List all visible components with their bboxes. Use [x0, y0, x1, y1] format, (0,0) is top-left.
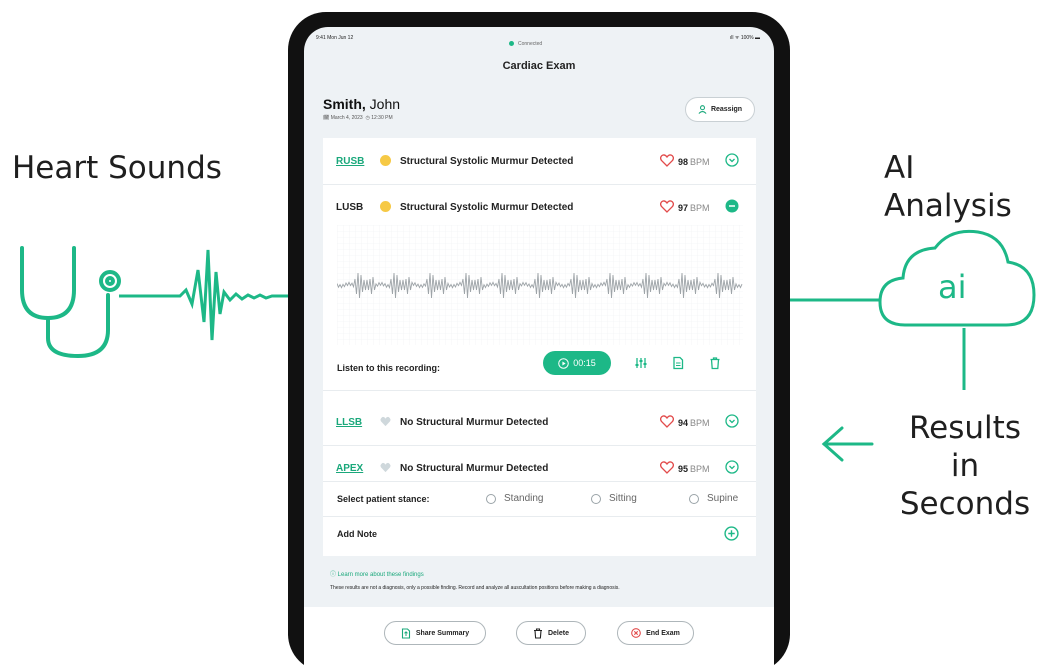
bpm-value: 98 BPM — [678, 157, 710, 167]
play-icon — [558, 357, 570, 369]
patient-last-name: Smith, — [323, 96, 366, 112]
user-icon — [698, 105, 707, 114]
phonocardiogram-waveform — [337, 225, 743, 345]
trash-icon — [533, 627, 542, 639]
add-note-label[interactable]: Add Note — [337, 529, 377, 539]
heart-signal-line — [119, 249, 288, 341]
connection-status: Connected — [509, 41, 542, 47]
status-dot-warning — [380, 201, 391, 212]
patient-name: Smith, John — [323, 96, 400, 112]
result-row-rusb[interactable]: RUSB Structural Systolic Murmur Detected… — [323, 138, 756, 184]
finding-text: Structural Systolic Murmur Detected — [400, 156, 574, 167]
play-recording-button[interactable]: 00:15 — [543, 351, 611, 375]
stance-radio-sitting[interactable]: Sitting — [591, 493, 637, 504]
row-divider — [323, 390, 756, 391]
finding-text: No Structural Murmur Detected — [400, 417, 549, 428]
no-murmur-heart-icon — [380, 462, 391, 473]
patient-first-name: John — [369, 96, 401, 112]
no-murmur-heart-icon — [380, 416, 391, 427]
bpm-value: 94 BPM — [678, 418, 710, 428]
status-dot-warning — [380, 155, 391, 166]
stethoscope-icon — [20, 246, 121, 359]
radio-circle[interactable] — [591, 493, 601, 504]
disclaimer-text: These results are not a diagnosis, only … — [330, 585, 620, 591]
close-circle-icon — [631, 628, 641, 638]
heart-sounds-label: Heart Sounds — [12, 150, 222, 186]
results-label: Results in Seconds — [895, 410, 1035, 523]
stance-label: Select patient stance: — [337, 494, 430, 504]
stance-radio-standing[interactable]: Standing — [486, 493, 543, 504]
share-summary-label: Share Summary — [415, 629, 470, 637]
share-document-icon — [401, 627, 410, 639]
trash-icon[interactable] — [708, 356, 722, 370]
learn-more-link[interactable]: ⓘ Learn more about these findings — [330, 569, 424, 578]
chevron-down-icon[interactable] — [725, 460, 739, 474]
app-screen: 9:41 Mon Jun 12 ıll ᯤ 100% ▬ Connected C… — [304, 27, 774, 670]
status-system-icons: ıll ᯤ 100% ▬ — [729, 35, 760, 41]
reassign-button[interactable]: Reassign — [685, 97, 755, 122]
radio-circle[interactable] — [486, 493, 496, 504]
location-apex[interactable]: APEX — [336, 463, 363, 474]
recording-duration: 00:15 — [573, 358, 596, 368]
stance-radio-supine[interactable]: Supine — [689, 493, 738, 504]
heart-icon — [660, 415, 674, 428]
delete-label: Delete — [547, 629, 569, 637]
row-divider — [323, 481, 756, 482]
arrow-left-icon — [821, 426, 874, 462]
ai-badge-label: ai — [938, 268, 967, 306]
result-row-lusb[interactable]: LUSB Structural Systolic Murmur Detected… — [323, 184, 756, 230]
heart-icon — [660, 461, 674, 474]
delete-button[interactable]: Delete — [516, 621, 586, 645]
patient-meta: 🗓 March 4, 2023 ◷ 12:30 PM — [323, 115, 393, 121]
share-summary-button[interactable]: Share Summary — [384, 621, 486, 645]
location-llsb[interactable]: LLSB — [336, 417, 362, 428]
connection-label: Connected — [518, 41, 543, 47]
listen-label: Listen to this recording: — [337, 363, 441, 373]
add-note-plus-icon[interactable] — [724, 526, 739, 541]
end-exam-button[interactable]: End Exam — [617, 621, 694, 645]
finding-text: Structural Systolic Murmur Detected — [400, 202, 574, 213]
heart-icon — [660, 154, 674, 167]
page-title: Cardiac Exam — [502, 60, 576, 72]
result-row-llsb[interactable]: LLSB No Structural Murmur Detected 94 BPM — [323, 399, 756, 445]
filter-icon[interactable] — [634, 356, 648, 370]
radio-circle[interactable] — [689, 493, 699, 504]
result-row-apex[interactable]: APEX No Structural Murmur Detected 95 BPM — [323, 445, 756, 491]
connected-dot-icon — [509, 41, 514, 47]
document-icon[interactable] — [671, 356, 685, 370]
location-rusb[interactable]: RUSB — [336, 156, 364, 167]
results-card: RUSB Structural Systolic Murmur Detected… — [323, 138, 756, 556]
end-exam-label: End Exam — [646, 629, 680, 637]
chevron-down-icon[interactable] — [725, 153, 739, 167]
exam-date: 🗓 March 4, 2023 — [323, 115, 363, 121]
row-divider — [323, 516, 756, 517]
results-label-line1: Results in — [909, 410, 1021, 484]
results-label-line2: Seconds — [899, 485, 1031, 522]
bpm-value: 97 BPM — [678, 203, 710, 213]
status-time: 9:41 Mon Jun 12 — [316, 35, 354, 41]
chevron-down-icon[interactable] — [725, 414, 739, 428]
reassign-label: Reassign — [710, 106, 743, 113]
collapse-icon[interactable] — [725, 199, 739, 213]
ai-analysis-label: AI Analysis — [884, 150, 1012, 224]
heart-icon — [660, 200, 674, 213]
location-lusb[interactable]: LUSB — [336, 202, 363, 213]
exam-time: ◷ 12:30 PM — [365, 115, 393, 121]
finding-text: No Structural Murmur Detected — [400, 463, 549, 474]
bpm-value: 95 BPM — [678, 464, 710, 474]
